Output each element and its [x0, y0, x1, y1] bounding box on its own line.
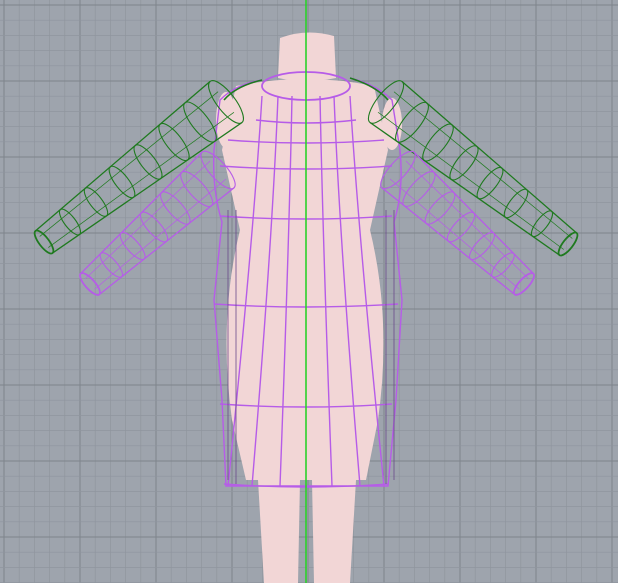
sleeve-seam	[85, 160, 211, 280]
mannequin-torso	[222, 79, 388, 480]
sleeve-seam	[393, 91, 573, 239]
sleeve-ring	[503, 188, 529, 219]
sleeve-ring	[557, 231, 579, 257]
sleeve-ring	[133, 144, 163, 180]
mannequin-left-arm-stub	[216, 92, 236, 148]
sleeve-ring	[83, 187, 109, 217]
mannequin-left-leg	[258, 480, 300, 583]
sleeve-edge	[381, 151, 534, 295]
sleeve-ring	[33, 229, 55, 255]
3d-viewport[interactable]	[0, 0, 618, 583]
sleeve-ring	[449, 145, 479, 181]
sleeve-ring	[530, 210, 554, 238]
viewport-canvas[interactable]	[0, 0, 618, 583]
mannequin	[216, 32, 402, 583]
sleeve-edge	[80, 151, 235, 295]
sleeve-edge	[35, 80, 243, 254]
sleeve-ring	[476, 166, 504, 200]
mannequin-right-leg	[312, 480, 356, 583]
sleeve-seam	[39, 91, 219, 237]
